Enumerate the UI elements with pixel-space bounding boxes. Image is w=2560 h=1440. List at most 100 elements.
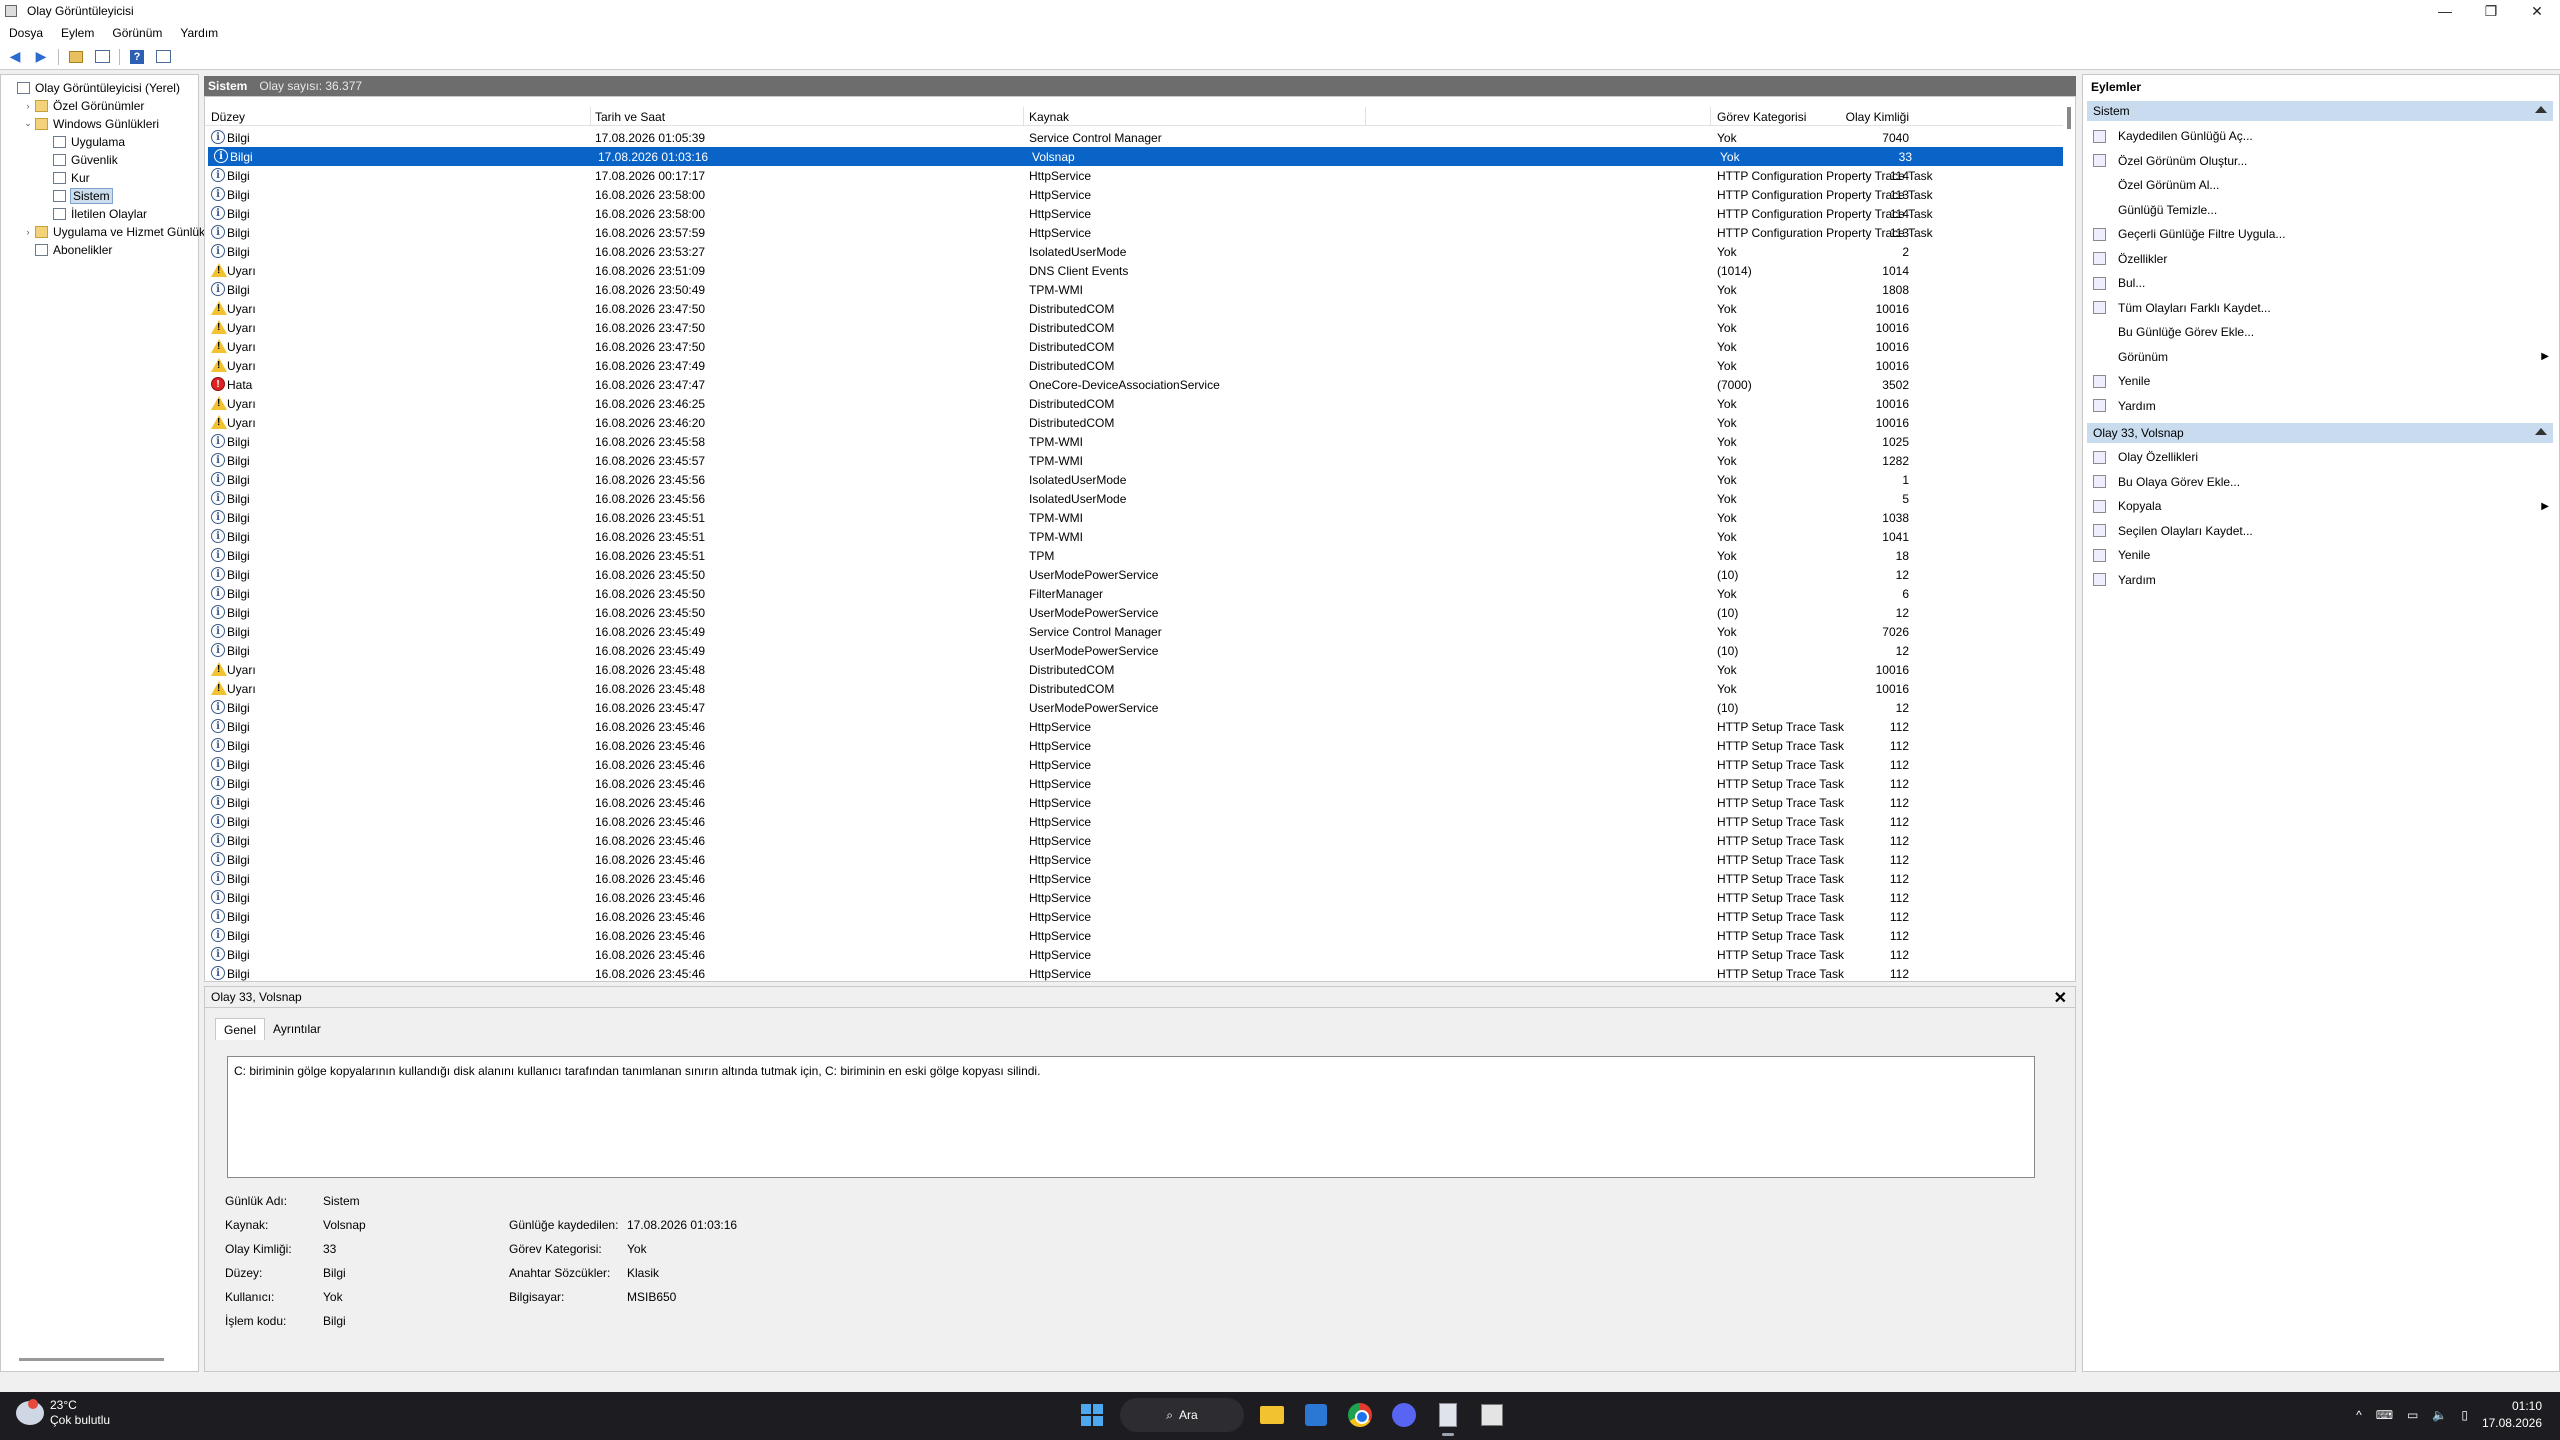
action-item[interactable]: Geçerli Günlüğe Filtre Uygula... [2093,222,2553,246]
event-row[interactable]: i Bilgi 16.08.2026 23:45:46 HttpService 112 H… [205,850,2063,869]
event-row[interactable]: i Bilgi 16.08.2026 23:45:46 HttpService 112 H… [205,736,2063,755]
event-row[interactable]: Uyarı 16.08.2026 23:51:09 DNS Client Event… [205,261,2063,280]
tree-node[interactable]: › Uygulama ve Hizmet Günlük [23,223,206,240]
action-item[interactable]: Kopyala ▶ [2093,494,2553,518]
column-divider[interactable] [1023,107,1024,126]
event-row[interactable]: i Bilgi 16.08.2026 23:45:46 HttpService 112 H… [205,964,2063,981]
event-row[interactable]: Uyarı 16.08.2026 23:47:50 DistributedCOM 10… [205,318,2063,337]
event-row[interactable]: i Bilgi 16.08.2026 23:45:46 HttpService 112 H… [205,812,2063,831]
forward-arrow-icon[interactable]: ▶ [32,48,50,66]
show-hide-actions-icon[interactable] [154,48,172,66]
tree-node[interactable]: Kur [41,169,90,186]
event-row[interactable]: i Bilgi 16.08.2026 23:45:46 HttpService 112 H… [205,945,2063,964]
event-row[interactable]: Uyarı 16.08.2026 23:46:20 DistributedCOM 10… [205,413,2063,432]
expand-toggle-icon[interactable]: ⌄ [23,118,33,129]
tab-genel[interactable]: Genel [215,1018,266,1040]
collapse-caret-icon[interactable] [2535,106,2547,113]
event-row[interactable]: i Bilgi 16.08.2026 23:45:58 TPM-WMI 1025 Yok [205,432,2063,451]
actions-section-event[interactable]: Olay 33, Volsnap [2087,423,2553,443]
chrome-button[interactable] [1344,1398,1376,1432]
action-item[interactable]: Yenile [2093,543,2553,567]
column-divider[interactable] [590,107,591,126]
action-item[interactable]: Tüm Olayları Farklı Kaydet... [2093,296,2553,320]
file-explorer-button[interactable] [1256,1398,1288,1432]
show-hide-tree-icon[interactable] [93,48,111,66]
action-item[interactable]: Yardım [2093,568,2553,592]
event-row[interactable]: i Bilgi 16.08.2026 23:50:49 TPM-WMI 1808 Yok [205,280,2063,299]
up-folder-icon[interactable] [67,48,85,66]
back-arrow-icon[interactable]: ◀ [6,48,24,66]
volume-icon[interactable]: 🔈 [2432,1408,2447,1422]
close-detail-icon[interactable]: ✕ [2054,988,2067,1008]
tree-node[interactable]: ⌄ Windows Günlükleri [23,115,159,132]
event-row[interactable]: Uyarı 16.08.2026 23:47:50 DistributedCOM 10… [205,299,2063,318]
event-row[interactable]: i Bilgi 16.08.2026 23:45:49 UserModePowerSe… [205,641,2063,660]
event-row[interactable]: i Bilgi 16.08.2026 23:45:46 HttpService 112 H… [205,831,2063,850]
menu-yardim[interactable]: Yardım [171,26,227,40]
action-item[interactable]: Günlüğü Temizle... [2093,198,2553,222]
tree-node[interactable]: Güvenlik [41,151,118,168]
event-row[interactable]: i Bilgi 16.08.2026 23:45:50 UserModePowerSe… [205,565,2063,584]
event-row[interactable]: i Bilgi 16.08.2026 23:45:46 HttpService 112 H… [205,869,2063,888]
tree-node[interactable]: Abonelikler [23,241,112,258]
column-header-source[interactable]: Kaynak [1029,110,1069,124]
event-row[interactable]: i Bilgi 16.08.2026 23:45:51 TPM-WMI 1041 Yok [205,527,2063,546]
event-row[interactable]: i Bilgi 16.08.2026 23:45:46 HttpService 112 H… [205,888,2063,907]
action-item[interactable]: Özel Görünüm Oluştur... [2093,149,2553,173]
event-list-scrollbar-thumb[interactable] [2067,107,2071,129]
event-row[interactable]: i Bilgi 16.08.2026 23:45:50 FilterManager 6 Y… [205,584,2063,603]
action-item[interactable]: Bul... [2093,271,2553,295]
chevron-up-icon[interactable]: ^ [2356,1408,2362,1422]
tree-node[interactable]: Sistem [41,187,113,204]
event-row[interactable]: i Bilgi 16.08.2026 23:45:50 UserModePowerSe… [205,603,2063,622]
event-row[interactable]: i Bilgi 16.08.2026 23:45:57 TPM-WMI 1282 Yok [205,451,2063,470]
expand-toggle-icon[interactable]: › [23,101,33,111]
event-row[interactable]: i Bilgi 16.08.2026 23:45:56 IsolatedUserMod… [205,470,2063,489]
column-header-datetime[interactable]: Tarih ve Saat [595,110,665,124]
network-icon[interactable]: ▭ [2407,1408,2418,1422]
event-row[interactable]: i Bilgi 16.08.2026 23:45:49 Service Control… [205,622,2063,641]
event-row[interactable]: Uyarı 16.08.2026 23:45:48 DistributedCOM 10… [205,660,2063,679]
event-row[interactable]: i Bilgi 16.08.2026 23:58:00 HttpService 114 H… [205,204,2063,223]
event-viewer-taskbar-button[interactable] [1432,1398,1464,1436]
event-row[interactable]: i Bilgi 16.08.2026 23:45:46 HttpService 112 H… [205,926,2063,945]
help-icon[interactable]: ? [128,48,146,66]
event-row[interactable]: i Bilgi 17.08.2026 01:05:39 Service Control… [205,128,2063,147]
menu-dosya[interactable]: Dosya [0,26,52,40]
event-row[interactable]: i Bilgi 16.08.2026 23:45:46 HttpService 112 H… [205,793,2063,812]
tree-node[interactable]: Olay Görüntüleyicisi (Yerel) [5,79,180,96]
discord-button[interactable] [1388,1398,1420,1432]
event-row[interactable]: i Bilgi 17.08.2026 01:03:16 Volsnap 33 Yok [208,147,2063,166]
event-row[interactable]: Uyarı 16.08.2026 23:47:49 DistributedCOM 10… [205,356,2063,375]
event-row[interactable]: i Bilgi 16.08.2026 23:45:51 TPM-WMI 1038 Yok [205,508,2063,527]
event-row[interactable]: i Bilgi 16.08.2026 23:53:27 IsolatedUserMod… [205,242,2063,261]
action-item[interactable]: Yenile [2093,369,2553,393]
tree-horizontal-scrollbar[interactable] [19,1358,164,1361]
event-row[interactable]: i Bilgi 16.08.2026 23:45:51 TPM 18 Yok [205,546,2063,565]
action-item[interactable]: Kaydedilen Günlüğü Aç... [2093,124,2553,148]
minimize-button[interactable]: — [2422,0,2468,22]
tree-node[interactable]: İletilen Olaylar [41,205,147,222]
actions-section-log[interactable]: Sistem [2087,101,2553,121]
weather-widget[interactable]: 23°C Çok bulutlu [16,1398,110,1428]
event-row[interactable]: i Bilgi 16.08.2026 23:45:47 UserModePowerSe… [205,698,2063,717]
app-taskbar-button[interactable] [1476,1398,1508,1432]
action-item[interactable]: Özellikler [2093,247,2553,271]
collapse-caret-icon[interactable] [2535,428,2547,435]
action-item[interactable]: Olay Özellikleri [2093,445,2553,469]
close-button[interactable]: ✕ [2514,0,2560,22]
tree-node[interactable]: Uygulama [41,133,125,150]
event-row[interactable]: i Bilgi 16.08.2026 23:57:59 HttpService 113 H… [205,223,2063,242]
action-item[interactable]: Seçilen Olayları Kaydet... [2093,519,2553,543]
start-button[interactable] [1076,1398,1108,1432]
event-row[interactable]: i Bilgi 16.08.2026 23:45:46 HttpService 112 H… [205,755,2063,774]
event-row[interactable]: Uyarı 16.08.2026 23:46:25 DistributedCOM 10… [205,394,2063,413]
event-message-box[interactable]: C: biriminin gölge kopyalarının kullandı… [227,1056,2035,1178]
menu-eylem[interactable]: Eylem [52,26,103,40]
event-row[interactable]: i Bilgi 16.08.2026 23:45:46 HttpService 112 H… [205,907,2063,926]
column-divider[interactable] [1365,107,1366,126]
tab-ayrintilar[interactable]: Ayrıntılar [265,1018,329,1040]
taskbar-search[interactable]: ⌕ Ara [1120,1398,1244,1432]
tree-node[interactable]: › Özel Görünümler [23,97,145,114]
keyboard-icon[interactable]: ⌨ [2376,1408,2393,1422]
